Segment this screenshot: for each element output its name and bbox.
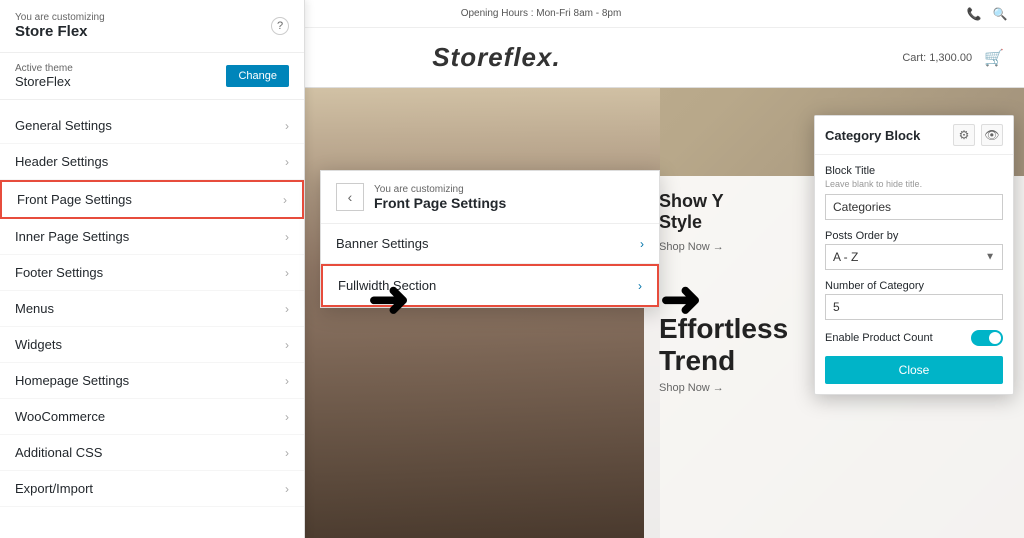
- enable-product-count-toggle[interactable]: [971, 330, 1003, 346]
- chevron-right-icon: ›: [285, 374, 289, 388]
- fp-customizing-label: You are customizing: [374, 184, 506, 195]
- active-theme-bar: Active theme StoreFlex Change: [0, 53, 304, 100]
- menu-item-menus[interactable]: Menus ›: [0, 291, 304, 327]
- fp-title: Front Page Settings: [374, 195, 506, 211]
- fp-banner-settings[interactable]: Banner Settings ›: [321, 224, 659, 264]
- arrow-2: ➜: [660, 270, 702, 328]
- arrow-1: ➜: [368, 270, 410, 328]
- menu-item-woocommerce[interactable]: WooCommerce ›: [0, 399, 304, 435]
- menu-item-inner-page-settings[interactable]: Inner Page Settings ›: [0, 219, 304, 255]
- chevron-right-icon: ›: [285, 338, 289, 352]
- number-of-category-label: Number of Category: [825, 280, 1003, 292]
- category-block-panel: Category Block ⚙ 👁 Block Title Leave bla…: [814, 115, 1014, 395]
- block-title-sublabel: Leave blank to hide title.: [825, 179, 1003, 189]
- posts-order-select[interactable]: A - Z Z - A Latest Oldest: [825, 244, 1003, 270]
- store-nav-right: Cart: 1,300.00 🛒: [902, 48, 1004, 68]
- fp-header: ‹ You are customizing Front Page Setting…: [321, 171, 659, 224]
- help-icon[interactable]: ?: [271, 17, 289, 35]
- number-of-category-input[interactable]: [825, 294, 1003, 320]
- customizer-menu: General Settings › Header Settings › Fro…: [0, 100, 304, 515]
- close-button[interactable]: Close: [825, 356, 1003, 384]
- enable-product-count-label: Enable Product Count: [825, 332, 933, 344]
- change-theme-button[interactable]: Change: [226, 65, 289, 87]
- active-theme-name: StoreFlex: [15, 74, 73, 89]
- cb-header: Category Block ⚙ 👁: [815, 116, 1013, 155]
- cb-body: Block Title Leave blank to hide title. P…: [815, 155, 1013, 394]
- customizing-label: You are customizing: [15, 12, 105, 23]
- chevron-right-icon: ›: [285, 410, 289, 424]
- enable-product-count-row: Enable Product Count: [825, 330, 1003, 346]
- menu-item-homepage-settings[interactable]: Homepage Settings ›: [0, 363, 304, 399]
- active-theme-label: Active theme: [15, 63, 73, 74]
- menu-item-additional-css[interactable]: Additional CSS ›: [0, 435, 304, 471]
- customizer-header: You are customizing Store Flex ?: [0, 0, 304, 53]
- menu-item-general-settings[interactable]: General Settings ›: [0, 108, 304, 144]
- cb-action-icons: ⚙ 👁: [953, 124, 1003, 146]
- block-title-input[interactable]: [825, 194, 1003, 220]
- menu-item-footer-settings[interactable]: Footer Settings ›: [0, 255, 304, 291]
- block-title-label: Block Title: [825, 165, 1003, 177]
- chevron-right-icon: ›: [285, 266, 289, 280]
- chevron-right-icon: ›: [285, 230, 289, 244]
- cb-title: Category Block: [825, 128, 920, 143]
- chevron-right-icon: ›: [285, 119, 289, 133]
- menu-item-widgets[interactable]: Widgets ›: [0, 327, 304, 363]
- menu-item-export-import[interactable]: Export/Import ›: [0, 471, 304, 507]
- menu-item-header-settings[interactable]: Header Settings ›: [0, 144, 304, 180]
- cart-icon[interactable]: 🛒: [984, 48, 1004, 68]
- chevron-right-icon: ›: [638, 279, 642, 293]
- search-icon: 🔍: [991, 5, 1009, 23]
- chevron-right-icon: ›: [640, 237, 644, 251]
- posts-order-label: Posts Order by: [825, 230, 1003, 242]
- cb-eye-button[interactable]: 👁: [981, 124, 1003, 146]
- chevron-right-icon: ›: [285, 446, 289, 460]
- customizer-title: Store Flex: [15, 23, 105, 40]
- cart-info: Cart: 1,300.00: [902, 52, 972, 64]
- chevron-right-icon: ›: [285, 302, 289, 316]
- chevron-right-icon: ›: [283, 193, 287, 207]
- chevron-right-icon: ›: [285, 482, 289, 496]
- fp-back-button[interactable]: ‹: [336, 183, 364, 211]
- menu-item-front-page-settings[interactable]: Front Page Settings ›: [0, 180, 304, 219]
- customizer-sidebar: You are customizing Store Flex ? Active …: [0, 0, 305, 538]
- social-right-icons: 📞 🔍: [965, 5, 1009, 23]
- posts-order-wrapper: A - Z Z - A Latest Oldest ▼: [825, 244, 1003, 270]
- chevron-right-icon: ›: [285, 155, 289, 169]
- phone-icon: 📞: [965, 5, 983, 23]
- cb-gear-button[interactable]: ⚙: [953, 124, 975, 146]
